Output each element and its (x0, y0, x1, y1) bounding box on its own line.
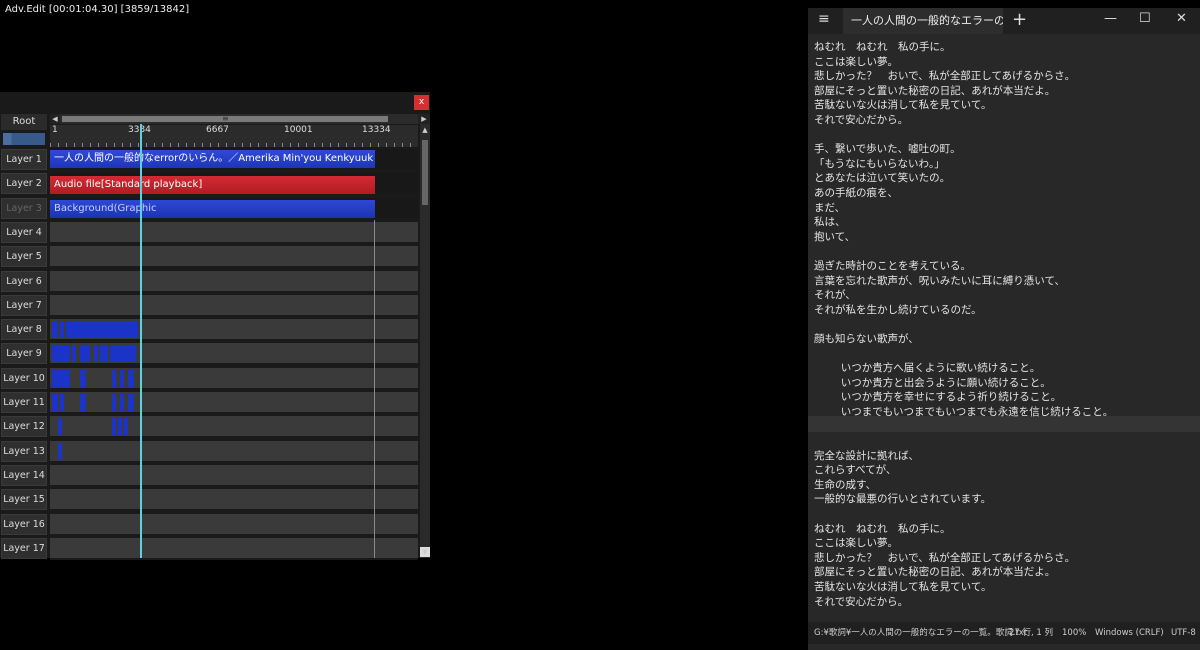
status-encoding: UTF-8 (1171, 628, 1196, 638)
layer-button[interactable]: Layer 7 (1, 294, 47, 316)
layer-lane[interactable] (50, 246, 418, 269)
scroll-down-arrow-icon[interactable]: ▼ (420, 547, 430, 557)
status-bar: G:¥歌詞¥一人の人間の一般的なエラーの一覧。歌詞.txt 27 行, 1 列 … (808, 622, 1200, 644)
layer-lane[interactable] (50, 537, 418, 560)
layer-lane[interactable] (50, 416, 418, 439)
root-button[interactable]: Root (1, 114, 47, 130)
vertical-scroll-thumb[interactable] (422, 140, 428, 205)
notepad-text-area[interactable]: ねむれ ねむれ 私の手に。 ここは楽しい夢。 悲しかった？ おいで、私が全部正し… (814, 40, 1194, 609)
layer-button[interactable]: Layer 6 (1, 270, 47, 292)
effect-clip[interactable] (128, 369, 134, 387)
effect-clip[interactable] (112, 394, 116, 411)
tick-label: 10001 (284, 125, 313, 135)
effect-clip[interactable] (60, 321, 64, 339)
close-icon[interactable]: ✕ (1176, 11, 1187, 26)
effect-clip[interactable] (112, 418, 116, 436)
layer-button[interactable]: Layer 12 (1, 416, 47, 438)
scroll-up-arrow-icon[interactable]: ▲ (420, 125, 430, 135)
layer-button[interactable]: Layer 11 (1, 392, 47, 413)
scroll-left-arrow-icon[interactable]: ◀ (50, 114, 60, 124)
tick-label: 1 (52, 125, 58, 135)
layer-lane[interactable] (50, 464, 418, 487)
effect-clip[interactable] (80, 369, 86, 387)
layer-lane[interactable] (50, 367, 418, 390)
layer-button[interactable]: Layer 8 (1, 319, 47, 341)
ruler-minor-ticks (50, 143, 418, 147)
status-zoom[interactable]: 100% (1062, 622, 1086, 644)
scroll-right-arrow-icon[interactable]: ▶ (418, 114, 430, 124)
notepad-tab[interactable]: 一人の人間の一般的なエラーの- (843, 8, 1003, 34)
layer-lane[interactable] (50, 440, 418, 463)
layer-button[interactable]: Layer 16 (1, 513, 47, 535)
layer-button[interactable]: Layer 5 (1, 246, 47, 268)
tick-label: 13334 (362, 125, 391, 135)
maximize-icon[interactable]: ☐ (1139, 11, 1151, 26)
effect-clip[interactable] (128, 394, 134, 411)
layer-button[interactable]: Layer 2 (1, 173, 47, 195)
effect-clip[interactable] (118, 418, 122, 436)
layer-lane[interactable] (50, 221, 418, 244)
layer-lane[interactable] (50, 489, 418, 512)
status-cursor-position: 27 行, 1 列 (1009, 628, 1054, 638)
layer-button[interactable]: Layer 1 (1, 149, 47, 170)
timeline-title: Adv.Edit [00:01:04.30] [3859/13842] (0, 0, 430, 20)
layer-lane[interactable] (50, 513, 418, 536)
effect-clip[interactable] (58, 418, 62, 436)
effect-clip[interactable] (80, 345, 90, 363)
layer-lane[interactable] (50, 392, 418, 414)
layer-button[interactable]: Layer 9 (1, 343, 47, 365)
layer-lane[interactable] (50, 270, 418, 293)
layer-button[interactable]: Layer 13 (1, 440, 47, 462)
root-scale-bar[interactable] (3, 133, 45, 145)
effect-clip[interactable] (52, 321, 58, 339)
background-clip[interactable]: Background(Graphic (50, 200, 375, 218)
layer-lane[interactable] (50, 294, 418, 317)
effect-clip[interactable] (52, 394, 58, 411)
layer-button[interactable]: Layer 10 (1, 367, 47, 389)
effect-clip[interactable] (60, 394, 64, 411)
layer-button[interactable]: Layer 14 (1, 464, 47, 486)
playhead[interactable] (140, 124, 142, 558)
scroll-grip-icon: ≡ (222, 114, 229, 123)
hamburger-menu-icon[interactable]: ≡ (818, 11, 830, 27)
effect-clip[interactable] (110, 345, 136, 363)
minimize-icon[interactable]: — (1104, 11, 1117, 26)
effect-clip[interactable] (72, 345, 76, 363)
audio-clip[interactable]: Audio file[Standard playback] (50, 176, 375, 194)
effect-clip[interactable] (66, 321, 138, 339)
layer-button[interactable]: Layer 15 (1, 489, 47, 511)
layer-button[interactable]: Layer 4 (1, 221, 47, 243)
new-tab-plus-icon[interactable]: + (1012, 9, 1027, 30)
effect-clip[interactable] (52, 345, 70, 363)
tick-label: 6667 (206, 125, 229, 135)
layer-button[interactable]: Layer 17 (1, 537, 47, 559)
close-button[interactable]: x (414, 95, 429, 110)
text-object-clip[interactable]: 一人の人間の一般的なerrorのいらん。／Amerika Min'you Ken… (50, 150, 375, 168)
effect-clip[interactable] (120, 369, 124, 387)
effect-clip[interactable] (112, 369, 116, 387)
effect-clip[interactable] (100, 345, 108, 363)
effect-clip[interactable] (58, 442, 62, 460)
end-marker (374, 220, 375, 558)
status-file-path: G:¥歌詞¥一人の人間の一般的なエラーの一覧。歌詞.txt (814, 628, 1028, 638)
layer-button[interactable]: Layer 3 (1, 197, 47, 219)
effect-clip[interactable] (80, 394, 86, 411)
effect-clip[interactable] (94, 345, 98, 363)
effect-clip[interactable] (52, 369, 70, 387)
effect-clip[interactable] (124, 418, 128, 436)
status-line-ending: Windows (CRLF) (1095, 628, 1164, 638)
effect-clip[interactable] (120, 394, 124, 411)
